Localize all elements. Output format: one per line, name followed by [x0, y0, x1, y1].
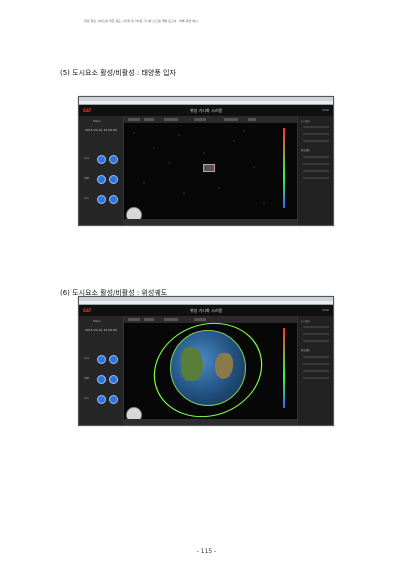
app-title: 위성 가시화 시스템 [190, 108, 222, 113]
app-body: Menu 2015-01-01 12:00:00 AAA BBB CCC 도시요… [79, 116, 333, 225]
layer-toggle[interactable] [303, 356, 329, 358]
info-button[interactable] [109, 355, 118, 364]
viewport-toolbar [124, 116, 297, 123]
layer-toggle[interactable] [303, 177, 329, 179]
satellite-orbit-line [140, 316, 276, 425]
play-button[interactable] [97, 175, 106, 184]
screenshot-solar-wind: SAT 위성 가시화 시스템 KASI Menu 2015-01-01 12:0… [78, 96, 334, 226]
color-scale-bar [283, 128, 285, 208]
control-row: BBB [79, 374, 123, 384]
control-row: CCC [79, 194, 123, 204]
play-button[interactable] [97, 195, 106, 204]
app-titlebar: SAT 위성 가시화 시스템 KASI [79, 305, 333, 316]
play-button[interactable] [97, 395, 106, 404]
left-panel: Menu 2015-01-01 12:00:00 AAA BBB CCC [79, 116, 124, 225]
layer-toggle[interactable] [303, 156, 329, 158]
toolbar-field[interactable] [128, 318, 140, 321]
layer-toggle[interactable] [303, 333, 329, 335]
info-button[interactable] [109, 375, 118, 384]
left-panel: Menu 2015-01-01 12:00:00 AAA BBB CCC [79, 316, 124, 425]
brand-logo: KASI [322, 308, 329, 312]
toolbar-field[interactable] [194, 118, 206, 121]
color-scale-bar [283, 328, 285, 408]
control-row: AAA [79, 154, 123, 164]
control-label: AAA [84, 157, 90, 160]
layer-toggle[interactable] [303, 133, 329, 135]
control-label: AAA [84, 357, 90, 360]
right-panel: 도시요소 위성궤도 [297, 316, 333, 425]
right-panel-header: 도시요소 [301, 320, 311, 323]
star-field [133, 130, 265, 204]
satellite-icon[interactable] [203, 164, 215, 172]
right-panel: 도시요소 위성궤도 [297, 116, 333, 225]
info-button[interactable] [109, 195, 118, 204]
toolbar-field[interactable] [224, 118, 238, 121]
utc-time: 2015-01-01 12:00:00 [85, 128, 117, 132]
layer-toggle[interactable] [303, 163, 329, 165]
screenshot-orbit: SAT 위성 가시화 시스템 KASI Menu 2015-01-01 12:0… [78, 296, 334, 426]
toolbar-field[interactable] [128, 118, 140, 121]
3d-viewport[interactable] [124, 116, 297, 225]
control-row: CCC [79, 394, 123, 404]
play-button[interactable] [97, 155, 106, 164]
running-header: 위성 정보 서비스를 위한 궤도 시각화 및 3차원 가시화 시스템 개발 보고… [84, 19, 198, 23]
layer-toggle[interactable] [303, 377, 329, 379]
right-panel-header: 위성궤도 [301, 349, 311, 352]
toolbar-field[interactable] [164, 318, 178, 321]
control-label: CCC [84, 397, 90, 400]
app-title: 위성 가시화 시스템 [190, 308, 222, 313]
utc-time: 2015-01-01 12:00:00 [85, 328, 117, 332]
layer-toggle[interactable] [303, 140, 329, 142]
toolbar-field[interactable] [194, 318, 206, 321]
info-button[interactable] [109, 155, 118, 164]
app-titlebar: SAT 위성 가시화 시스템 KASI [79, 105, 333, 116]
app-body: Menu 2015-01-01 12:00:00 AAA BBB CCC 도시요… [79, 316, 333, 425]
3d-viewport[interactable] [124, 316, 297, 425]
info-button[interactable] [109, 395, 118, 404]
left-panel-label: Menu [93, 319, 102, 323]
status-bar [124, 219, 297, 225]
status-bar [124, 419, 297, 425]
info-button[interactable] [109, 175, 118, 184]
control-label: BBB [84, 177, 90, 180]
left-panel-label: Menu [93, 119, 102, 123]
play-button[interactable] [97, 355, 106, 364]
right-panel-header: 도시요소 [301, 120, 311, 123]
brand-logo: KASI [322, 108, 329, 112]
control-label: CCC [84, 197, 90, 200]
right-panel-header: 위성궤도 [301, 149, 311, 152]
section-title-5: (5) 도시요소 활성/비활성 : 태양풍 입자 [60, 69, 176, 77]
layer-toggle[interactable] [303, 126, 329, 128]
layer-toggle[interactable] [303, 170, 329, 172]
page-number: - 115 - [196, 548, 217, 555]
toolbar-field[interactable] [164, 118, 178, 121]
toolbar-field[interactable] [144, 318, 154, 321]
control-row: AAA [79, 354, 123, 364]
layer-toggle[interactable] [303, 363, 329, 365]
control-label: BBB [84, 377, 90, 380]
control-row: BBB [79, 174, 123, 184]
layer-toggle[interactable] [303, 340, 329, 342]
layer-toggle[interactable] [303, 326, 329, 328]
layer-toggle[interactable] [303, 370, 329, 372]
toolbar-field[interactable] [144, 118, 154, 121]
play-button[interactable] [97, 375, 106, 384]
toolbar-field[interactable] [248, 118, 256, 121]
